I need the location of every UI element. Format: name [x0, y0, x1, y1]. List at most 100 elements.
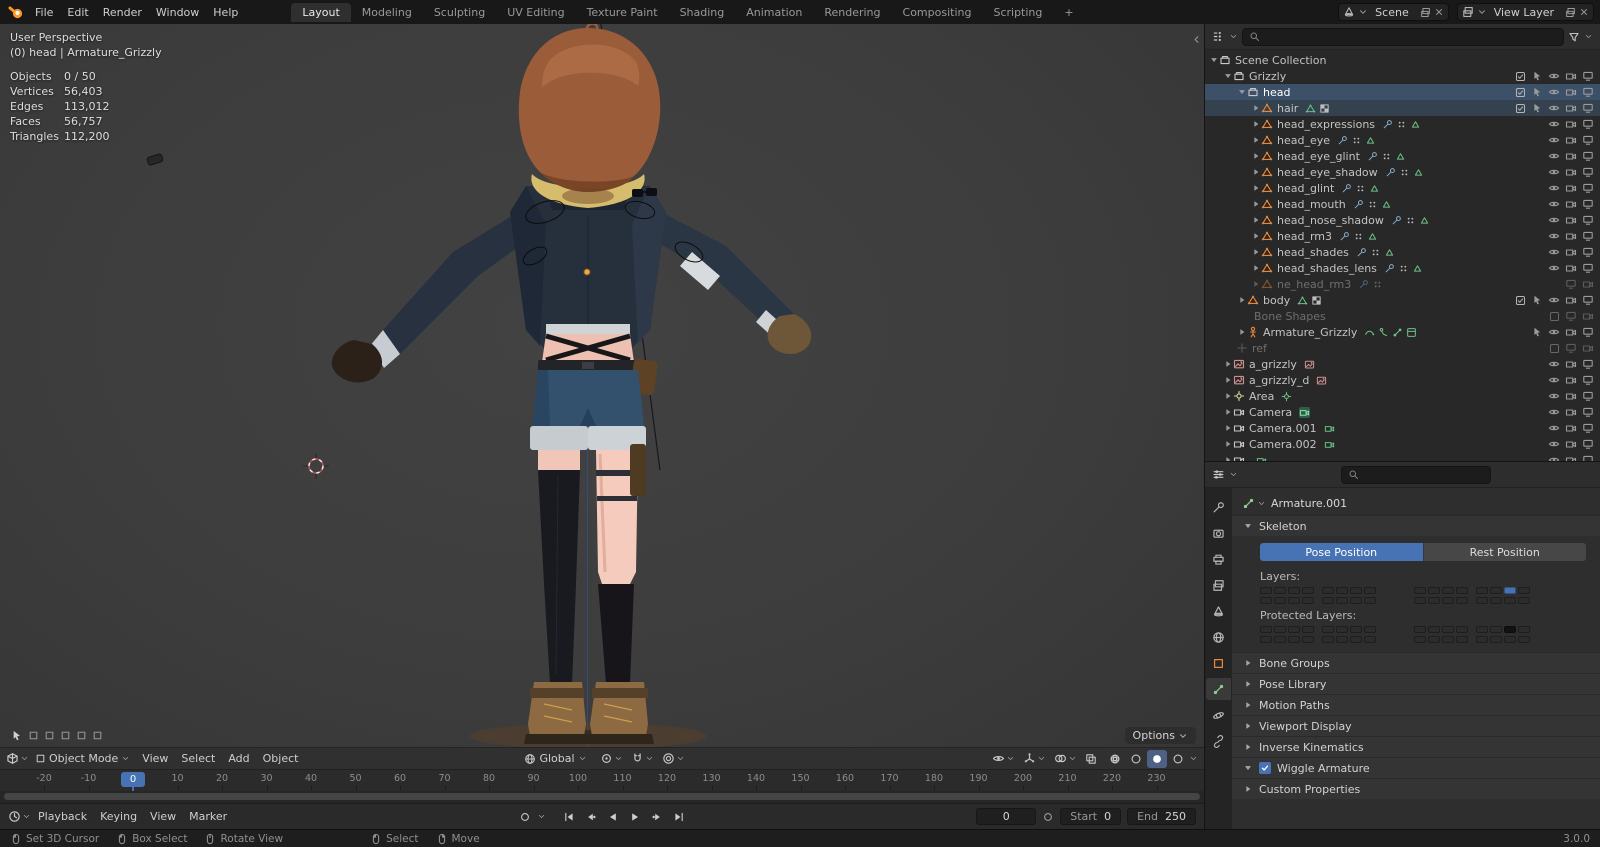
- grid-icon[interactable]: [1353, 231, 1364, 242]
- hide-eye-icon[interactable]: [1548, 230, 1560, 242]
- play-reverse-button[interactable]: [603, 808, 624, 826]
- new-view-layer-selector-icon[interactable]: [1565, 7, 1576, 18]
- layer-toggle[interactable]: [1274, 587, 1286, 594]
- hide-eye-icon[interactable]: [1548, 86, 1560, 98]
- section-custom-properties[interactable]: Custom Properties: [1232, 778, 1600, 799]
- protected-layer-toggle[interactable]: [1322, 636, 1334, 643]
- protected-layer-toggle[interactable]: [1442, 636, 1454, 643]
- outliner-row-head-expressions[interactable]: head_expressions: [1205, 116, 1600, 132]
- section-motion-paths[interactable]: Motion Paths: [1232, 694, 1600, 715]
- light-data-icon[interactable]: [1281, 391, 1292, 402]
- workspace-tab-texture-paint[interactable]: Texture Paint: [576, 3, 669, 22]
- tri-icon[interactable]: [1369, 183, 1380, 194]
- protected-layer-toggle[interactable]: [1490, 626, 1502, 633]
- disclosure-closed-icon[interactable]: [1251, 263, 1261, 273]
- disable-viewport-icon[interactable]: [1582, 118, 1594, 130]
- auto-keying-button[interactable]: [515, 808, 536, 826]
- disable-render-icon[interactable]: [1582, 278, 1594, 290]
- properties-tab-data-bone[interactable]: [1206, 678, 1231, 700]
- wrench-icon[interactable]: [1391, 215, 1402, 226]
- section-bone-groups[interactable]: Bone Groups: [1232, 652, 1600, 673]
- protected-layer-toggle[interactable]: [1350, 626, 1362, 633]
- workspace-tab-scripting[interactable]: Scripting: [982, 3, 1053, 22]
- mesh-data-icon[interactable]: [1305, 103, 1316, 114]
- hide-eye-icon[interactable]: [1548, 198, 1560, 210]
- outliner-row-scene-collection[interactable]: Scene Collection: [1205, 52, 1600, 68]
- layer-toggle[interactable]: [1490, 597, 1502, 604]
- tri-icon[interactable]: [1395, 151, 1406, 162]
- outliner-row-head-shades[interactable]: head_shades: [1205, 244, 1600, 260]
- disclosure-closed-icon[interactable]: [1223, 439, 1233, 449]
- outliner-row-head-eye-shadow[interactable]: head_eye_shadow: [1205, 164, 1600, 180]
- layer-toggle[interactable]: [1476, 587, 1488, 594]
- outliner-search-input[interactable]: [1242, 27, 1564, 46]
- protected-layer-toggle[interactable]: [1428, 626, 1440, 633]
- outliner-row-item[interactable]: [1205, 452, 1600, 461]
- protected-layer-toggle[interactable]: [1288, 636, 1300, 643]
- disable-viewport-icon[interactable]: [1582, 166, 1594, 178]
- tri-icon[interactable]: [1381, 199, 1392, 210]
- disable-viewport-icon[interactable]: [1582, 294, 1594, 306]
- grid-icon[interactable]: [1381, 151, 1392, 162]
- hide-eye-icon[interactable]: [1548, 118, 1560, 130]
- shading-rendered-button[interactable]: [1168, 750, 1188, 768]
- current-frame-field[interactable]: 0: [976, 808, 1037, 825]
- viewport-menu-object[interactable]: Object: [257, 750, 305, 767]
- hide-eye-icon[interactable]: [1548, 454, 1560, 461]
- selectable-icon[interactable]: [1531, 294, 1543, 306]
- layer-toggle[interactable]: [1518, 587, 1530, 594]
- disable-render-icon[interactable]: [1565, 118, 1577, 130]
- layer-toggle[interactable]: [1442, 597, 1454, 604]
- wrench-icon[interactable]: [1339, 231, 1350, 242]
- disable-viewport-icon[interactable]: [1582, 102, 1594, 114]
- disclosure-closed-icon[interactable]: [1223, 455, 1233, 461]
- keying-set-icon[interactable]: [1042, 811, 1054, 823]
- protected-layer-toggle[interactable]: [1336, 626, 1348, 633]
- armature-data-name[interactable]: Armature.001: [1271, 497, 1347, 510]
- chevron-down-icon[interactable]: [676, 754, 685, 763]
- protected-layer-toggle[interactable]: [1336, 636, 1348, 643]
- layer-toggle[interactable]: [1518, 597, 1530, 604]
- bone-widget[interactable]: [146, 152, 164, 167]
- skeleton-panel-header[interactable]: Skeleton: [1232, 515, 1600, 536]
- playback-menu-playback[interactable]: Playback: [32, 808, 93, 825]
- viewport-menu-add[interactable]: Add: [222, 750, 255, 767]
- texture-icon[interactable]: [1319, 103, 1330, 114]
- disclosure-closed-icon[interactable]: [1251, 231, 1261, 241]
- outliner-row-camera[interactable]: Camera: [1205, 404, 1600, 420]
- selectable-icon[interactable]: [1531, 86, 1543, 98]
- disclosure-closed-icon[interactable]: [1251, 215, 1261, 225]
- outliner-row-head-eye[interactable]: head_eye: [1205, 132, 1600, 148]
- protected-layer-toggle[interactable]: [1456, 636, 1468, 643]
- disclosure-closed-icon[interactable]: [1223, 391, 1233, 401]
- camera-data-icon[interactable]: [1324, 423, 1335, 434]
- image-data-icon[interactable]: [1304, 359, 1315, 370]
- chevron-down-icon[interactable]: [1189, 754, 1198, 763]
- motion-icon[interactable]: [1364, 327, 1375, 338]
- grid-icon[interactable]: [1372, 279, 1383, 290]
- wrench-icon[interactable]: [1337, 135, 1348, 146]
- protected-layer-toggle[interactable]: [1322, 626, 1334, 633]
- properties-search-input[interactable]: [1340, 465, 1491, 484]
- hide-eye-icon[interactable]: [1548, 150, 1560, 162]
- disclosure-closed-icon[interactable]: [1251, 103, 1261, 113]
- disable-viewport-icon[interactable]: [1582, 422, 1594, 434]
- section-viewport-display[interactable]: Viewport Display: [1232, 715, 1600, 736]
- disable-viewport-icon[interactable]: [1582, 230, 1594, 242]
- protected-layer-toggle[interactable]: [1504, 636, 1516, 643]
- viewport-menu-view[interactable]: View: [136, 750, 174, 767]
- outliner-row-armature-grizzly[interactable]: Armature_Grizzly: [1205, 324, 1600, 340]
- layer-toggle[interactable]: [1364, 597, 1376, 604]
- hide-eye-icon[interactable]: [1548, 358, 1560, 370]
- properties-tab-render[interactable]: [1206, 522, 1231, 544]
- protected-layer-toggle[interactable]: [1442, 626, 1454, 633]
- enable-checkbox[interactable]: [1259, 762, 1271, 774]
- tri-icon[interactable]: [1410, 119, 1421, 130]
- disclosure-closed-icon[interactable]: [1251, 151, 1261, 161]
- wrench-icon[interactable]: [1382, 119, 1393, 130]
- bone-icon[interactable]: [1392, 327, 1403, 338]
- properties-editor-type-icon[interactable]: [1212, 468, 1225, 481]
- playback-menu-view[interactable]: View: [144, 808, 182, 825]
- camera-data-icon[interactable]: [1324, 439, 1335, 450]
- outliner-row-area[interactable]: Area: [1205, 388, 1600, 404]
